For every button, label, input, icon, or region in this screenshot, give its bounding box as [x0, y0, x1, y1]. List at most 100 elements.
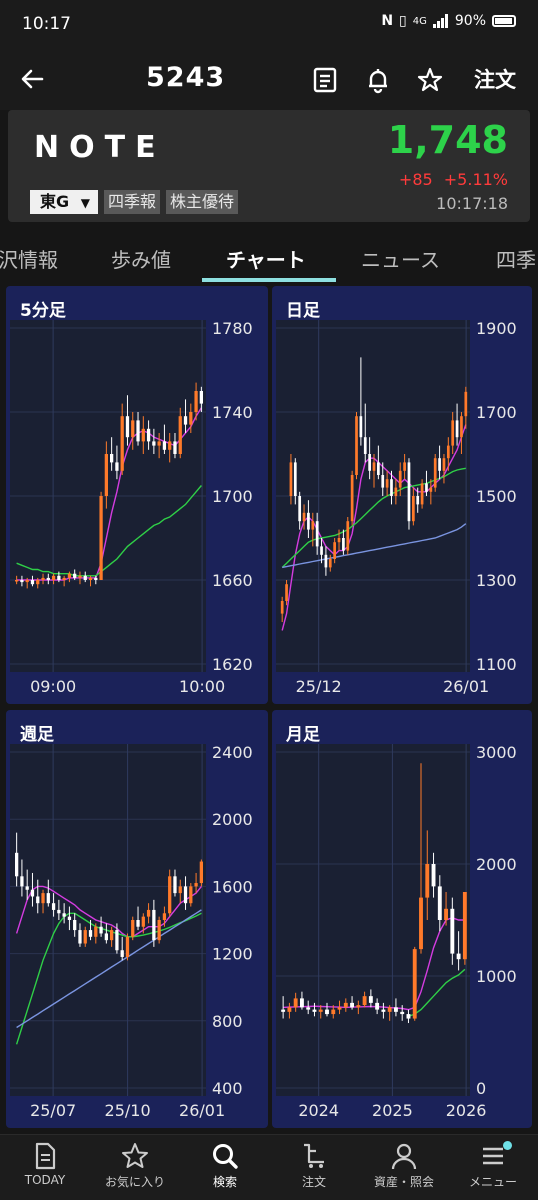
candle-body [20, 580, 24, 583]
star-icon [122, 1143, 148, 1168]
candle-body [120, 950, 124, 957]
candle-body [83, 930, 87, 944]
nav-menu[interactable]: メニュー [448, 1141, 538, 1190]
signal-icon [432, 14, 448, 28]
chart-daily-svg: 1900 1700 1500 1300 1100 25/12 26/01 [276, 319, 517, 696]
y-tick-label: 1100 [476, 655, 517, 674]
candle-body [131, 920, 135, 937]
candle-body [359, 416, 363, 438]
candle-body [320, 546, 323, 555]
order-button[interactable]: 注文 [474, 64, 516, 94]
chart-monthly[interactable]: 3000 2000 1000 0 2024 2025 2026 月足 [272, 710, 532, 1128]
x-tick-label: 26/01 [443, 677, 489, 696]
candle-body [312, 1009, 317, 1012]
star-icon[interactable] [416, 66, 444, 94]
chart-daily[interactable]: 1900 1700 1500 1300 1100 25/12 26/01 日足 [272, 286, 532, 704]
candle-body [324, 554, 328, 568]
tag-shikiho[interactable]: 四季報 [103, 190, 160, 214]
tab-chart[interactable]: チャート [226, 244, 306, 273]
candle-body [381, 1009, 386, 1012]
y-tick-label: 1740 [212, 403, 253, 422]
person-icon [391, 1143, 417, 1170]
candle-body [450, 908, 455, 954]
candle-body [78, 930, 82, 944]
candle-body [141, 916, 145, 927]
candle-body [356, 1005, 361, 1008]
candle-body [36, 896, 40, 904]
candle-body [385, 479, 389, 488]
candle-body [194, 391, 198, 412]
y-tick-label: 1000 [476, 967, 517, 986]
x-tick-label: 2025 [372, 1101, 413, 1120]
candle-body [377, 462, 380, 475]
y-tick-label: 2400 [212, 743, 253, 762]
nav-search[interactable]: 検索 [180, 1141, 270, 1190]
candle-body [104, 454, 108, 496]
candle-body [328, 559, 332, 568]
back-arrow-icon[interactable] [18, 64, 48, 94]
candle-body [337, 538, 341, 543]
tab-ticks[interactable]: 歩み値 [111, 244, 171, 273]
candle-body [83, 575, 87, 580]
x-tick-label: 25/07 [30, 1101, 76, 1120]
nav-order[interactable]: 注文 [269, 1141, 359, 1190]
candle-body [460, 416, 463, 438]
candle-body [115, 462, 119, 471]
tab-news[interactable]: ニュース [361, 244, 440, 273]
candle-body [46, 577, 50, 580]
candle-body [173, 441, 177, 454]
candle-body [311, 521, 315, 530]
y-tick-label: 1200 [212, 945, 253, 964]
chart-title: 月足 [286, 725, 320, 745]
y-tick-label: 1660 [212, 571, 253, 590]
candle-body [162, 913, 167, 920]
y-tick-label: 800 [212, 1012, 243, 1031]
chart-5min[interactable]: 1780 1740 1700 1660 1620 09:00 10:00 5分足 [6, 286, 268, 704]
market-select[interactable]: 東G ▼ [30, 190, 98, 214]
candle-body [189, 886, 193, 904]
caret-down-icon: ▼ [80, 196, 90, 210]
y-tick-label: 1700 [212, 487, 253, 506]
y-tick-label: 0 [476, 1079, 486, 1098]
nav-label: 注文 [301, 1175, 326, 1189]
x-tick-label: 09:00 [30, 677, 76, 696]
candle-body [299, 998, 304, 1008]
candle-body [416, 496, 420, 505]
candle-body [412, 949, 417, 1019]
status-icons: N ▯ 4G 90% [381, 13, 516, 29]
tab-shikiho[interactable]: 四季 [496, 244, 536, 273]
candle-body [456, 953, 461, 960]
candle-body [398, 470, 402, 488]
nav-today[interactable]: TODAY [0, 1141, 90, 1187]
y-tick-label: 400 [212, 1079, 243, 1098]
candle-body [30, 580, 35, 585]
candle-body [407, 462, 411, 522]
x-tick-label: 25/10 [105, 1101, 151, 1120]
network-type: 4G [412, 15, 427, 27]
candle-body [36, 580, 40, 585]
candle-body [381, 475, 385, 488]
candle-body [325, 1009, 329, 1015]
status-time: 10:17 [22, 14, 71, 34]
cart-icon [304, 1143, 324, 1168]
nav-favorites[interactable]: お気に入り [90, 1141, 180, 1190]
candle-body [41, 893, 45, 904]
candle-body [406, 1014, 411, 1019]
nav-assets[interactable]: 資産・照会 [359, 1141, 449, 1190]
candle-body [162, 441, 167, 450]
bell-icon[interactable] [364, 66, 392, 94]
top-bar: 5243 注文 [0, 48, 538, 110]
tag-yutai[interactable]: 株主優待 [165, 190, 238, 214]
candle-body [15, 852, 19, 877]
nav-label: TODAY [24, 1173, 66, 1187]
y-tick-label: 1620 [212, 655, 253, 674]
bottom-nav: TODAY お気に入り 検索 注文 資産・照会 メニュー [0, 1134, 538, 1200]
candle-body [120, 416, 124, 471]
tag-row: 東G ▼ 四季報 株主優待 [30, 190, 238, 214]
nfc-icon: N [381, 13, 394, 29]
report-icon[interactable] [311, 66, 339, 94]
chart-5min-svg: 1780 1740 1700 1660 1620 09:00 10:00 [10, 319, 253, 696]
candle-body [73, 920, 77, 931]
chart-weekly[interactable]: 2400 2000 1600 1200 800 400 25/07 25/10 26/01 週足 [6, 710, 268, 1128]
tab-market-info[interactable]: 沢情報 [0, 244, 58, 273]
